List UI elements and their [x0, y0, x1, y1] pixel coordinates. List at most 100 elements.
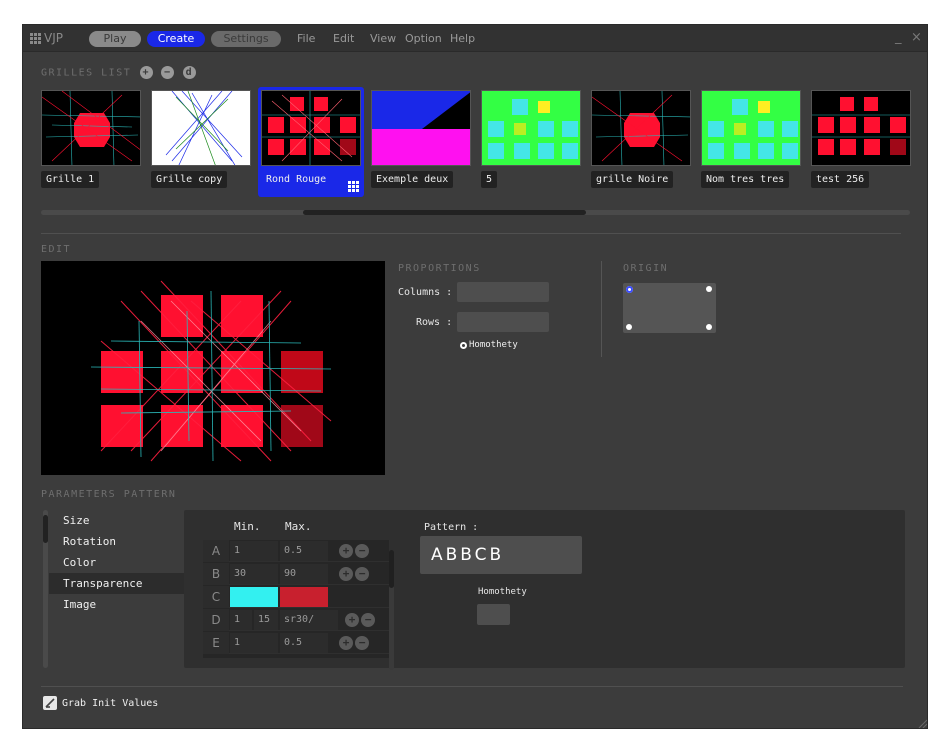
grid-thumb-image	[261, 90, 361, 166]
grid-list-scrollbar[interactable]	[41, 210, 910, 215]
grid-list-header: GRILLES LIST + − d	[41, 66, 196, 79]
proportions-title: PROPORTIONS	[398, 263, 481, 274]
max-input[interactable]: sr30/	[280, 610, 338, 630]
menu-help[interactable]: Help	[450, 32, 475, 45]
row-key: C	[203, 586, 229, 608]
add-grid-icon[interactable]: +	[139, 66, 153, 79]
parameters-title: PARAMETERS PATTERN	[41, 489, 177, 500]
scrollbar-thumb[interactable]	[303, 210, 586, 215]
grid-thumb-card[interactable]: Grille 1	[38, 87, 144, 197]
grid-thumb-card[interactable]: Rond Rouge	[258, 87, 364, 197]
grid-thumb-card[interactable]: Nom tres tres	[698, 87, 804, 197]
grid-thumb-card[interactable]: Exemple deux	[368, 87, 474, 197]
param-tab-image[interactable]: Image	[49, 594, 184, 615]
play-mode-button[interactable]: Play	[89, 31, 141, 47]
remove-icon[interactable]: −	[355, 544, 369, 558]
table-row: D 1 15 sr30/ + −	[203, 609, 389, 631]
max-input[interactable]: 90	[280, 564, 328, 584]
min-input[interactable]: 30	[230, 564, 278, 584]
grid-thumb-card[interactable]: test 256	[808, 87, 914, 197]
grid-thumb-image	[591, 90, 691, 166]
grid-thumb-image	[41, 90, 141, 166]
homothety-label: Homothety	[469, 340, 518, 350]
homothety-toggle[interactable]: Homothety	[460, 340, 518, 350]
divider	[41, 686, 903, 687]
remove-icon[interactable]: −	[361, 613, 375, 627]
parameters-table: A 1 0.5 + − B 30 90 + − C D 1 15 sr30/ +…	[203, 540, 389, 658]
max-input[interactable]: 0.5	[280, 633, 328, 653]
grid-thumb-card[interactable]: grille Noire	[588, 87, 694, 197]
scrollbar-thumb[interactable]	[43, 515, 48, 543]
columns-input[interactable]	[457, 282, 549, 302]
min-input[interactable]: 1	[230, 610, 252, 630]
close-icon[interactable]: ×	[911, 30, 922, 45]
menu-edit[interactable]: Edit	[333, 32, 354, 45]
scrollbar-thumb[interactable]	[389, 550, 394, 588]
settings-mode-button[interactable]: Settings	[211, 31, 281, 47]
app-window: VJP Play Create Settings File Edit View …	[22, 24, 928, 729]
min-input[interactable]: 1	[230, 633, 278, 653]
grid-thumb-image	[371, 90, 471, 166]
grid-thumb-label: 5	[481, 171, 498, 188]
table-row: E 1 0.5 + −	[203, 632, 389, 654]
table-scrollbar[interactable]	[389, 550, 394, 670]
remove-icon[interactable]: −	[355, 567, 369, 581]
param-tab-rotation[interactable]: Rotation	[49, 531, 184, 552]
create-mode-button[interactable]: Create	[147, 31, 205, 47]
grid-icon	[30, 32, 41, 44]
max-color-swatch[interactable]	[280, 587, 328, 607]
rows-label: Rows :	[416, 317, 453, 328]
pattern-input[interactable]: ABBCB	[420, 536, 582, 574]
duplicate-grid-icon[interactable]: d	[182, 66, 196, 79]
row-key: A	[203, 540, 229, 562]
min-header: Min.	[234, 520, 261, 533]
edit-title: EDIT	[41, 244, 72, 255]
origin-bottom-right[interactable]	[706, 324, 712, 330]
grid-thumb-label: Grille copy	[151, 171, 228, 188]
row-key: E	[203, 632, 229, 654]
row-key: B	[203, 563, 229, 585]
param-tab-transparence[interactable]: Transparence	[49, 573, 184, 594]
parameters-list-scrollbar[interactable]	[43, 510, 48, 668]
grab-init-values-control[interactable]: Grab Init Values	[43, 696, 158, 710]
add-icon[interactable]: +	[339, 544, 353, 558]
grab-init-values-label: Grab Init Values	[62, 697, 159, 709]
add-icon[interactable]: +	[339, 567, 353, 581]
menu-option[interactable]: Option	[405, 32, 442, 45]
grid-thumb-image	[701, 90, 801, 166]
menu-file[interactable]: File	[297, 32, 315, 45]
drag-grid-icon[interactable]	[348, 181, 359, 192]
grid-thumb-card[interactable]: Grille copy	[148, 87, 254, 197]
minimize-icon[interactable]: _	[895, 30, 902, 45]
resize-grip-icon[interactable]	[917, 718, 927, 728]
remove-grid-icon[interactable]: −	[161, 66, 175, 79]
min-input[interactable]: 1	[230, 541, 278, 561]
pattern-homothety-toggle[interactable]	[477, 604, 510, 625]
table-row: A 1 0.5 + −	[203, 540, 389, 562]
origin-bottom-left[interactable]	[626, 324, 632, 330]
parameters-list: Size Rotation Color Transparence Image	[49, 510, 184, 668]
origin-top-right[interactable]	[706, 286, 712, 292]
origin-title: ORIGIN	[623, 263, 669, 274]
max-input[interactable]: 0.5	[280, 541, 328, 561]
min2-input[interactable]: 15	[254, 610, 278, 630]
remove-icon[interactable]: −	[355, 636, 369, 650]
app-title: VJP	[44, 31, 63, 45]
add-icon[interactable]: +	[345, 613, 359, 627]
origin-selector[interactable]	[623, 283, 716, 333]
edit-preview-canvas[interactable]	[41, 261, 385, 475]
menu-view[interactable]: View	[370, 32, 396, 45]
grid-thumb-image	[151, 90, 251, 166]
add-icon[interactable]: +	[339, 636, 353, 650]
grid-thumb-card[interactable]: 5	[478, 87, 584, 197]
divider	[41, 233, 901, 234]
grid-thumb-label: Nom tres tres	[701, 171, 790, 188]
origin-top-left[interactable]	[626, 286, 633, 293]
checkbox-icon[interactable]	[43, 696, 57, 710]
grid-thumb-label: test 256	[811, 171, 870, 188]
param-tab-color[interactable]: Color	[49, 552, 184, 573]
min-color-swatch[interactable]	[230, 587, 278, 607]
param-tab-size[interactable]: Size	[49, 510, 184, 531]
title-bar: VJP Play Create Settings File Edit View …	[23, 25, 927, 52]
rows-input[interactable]	[457, 312, 549, 332]
